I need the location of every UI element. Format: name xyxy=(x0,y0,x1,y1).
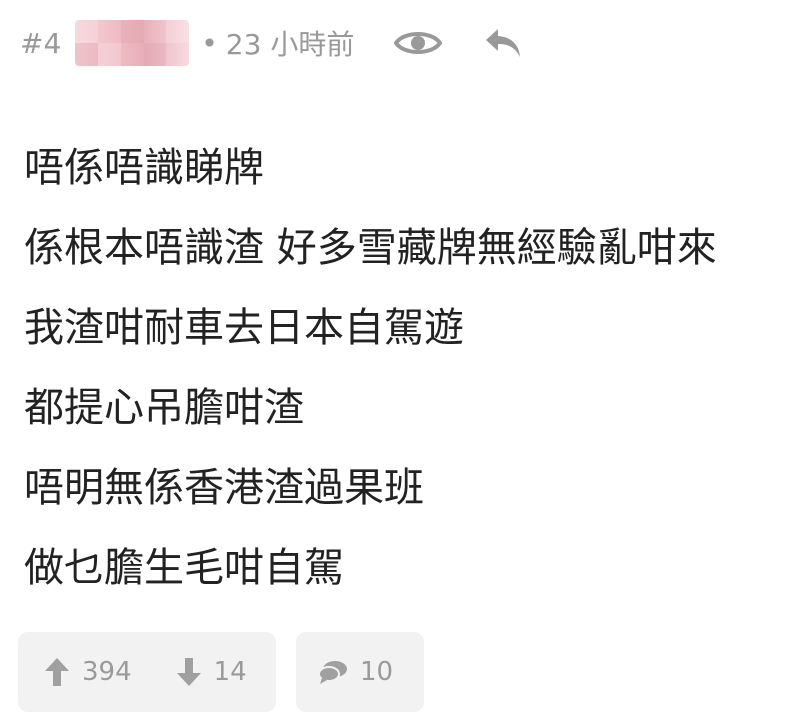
post-line: 都提心吊膽咁渣 xyxy=(24,385,304,431)
downvote-button[interactable]: 14 xyxy=(176,657,247,687)
post-line: 係根本唔識渣 好多雪藏牌無經驗亂咁來 xyxy=(24,225,717,271)
comment-button[interactable]: 10 xyxy=(318,657,393,687)
post-line: 唔係唔識睇牌 xyxy=(24,145,264,191)
upvote-button[interactable]: 394 xyxy=(44,657,132,687)
post-line: 唔明無係香港渣過果班 xyxy=(24,465,424,511)
arrow-down-icon xyxy=(176,658,201,686)
reply-icon[interactable] xyxy=(482,25,524,61)
upvote-count: 394 xyxy=(82,657,132,687)
post-content: 唔係唔識睇牌 係根本唔識渣 好多雪藏牌無經驗亂咁來 我渣咁耐車去日本自駕遊 都提… xyxy=(24,128,790,608)
username-blurred[interactable] xyxy=(75,20,190,66)
post-line: 做乜膽生毛咁自駕 xyxy=(24,545,344,591)
comment-count: 10 xyxy=(360,657,394,687)
post-card: #4 • 23 小時前 唔係唔識睇牌 係根本唔識渣 好多雪藏牌無經驗亂咁來 我渣… xyxy=(0,0,798,726)
post-time: 23 小時前 xyxy=(225,28,355,61)
eye-icon[interactable] xyxy=(394,27,443,59)
reaction-bar: 394 14 10 xyxy=(18,632,424,712)
post-header: #4 • 23 小時前 xyxy=(20,20,524,66)
comment-icon xyxy=(318,661,347,684)
downvote-count: 14 xyxy=(213,657,247,687)
comment-box: 10 xyxy=(296,632,424,712)
vote-box: 394 14 xyxy=(18,632,276,712)
post-line: 我渣咁耐車去日本自駕遊 xyxy=(24,305,464,351)
meta-separator: • xyxy=(201,26,218,60)
post-number: #4 xyxy=(20,26,62,60)
arrow-up-icon xyxy=(45,658,69,686)
